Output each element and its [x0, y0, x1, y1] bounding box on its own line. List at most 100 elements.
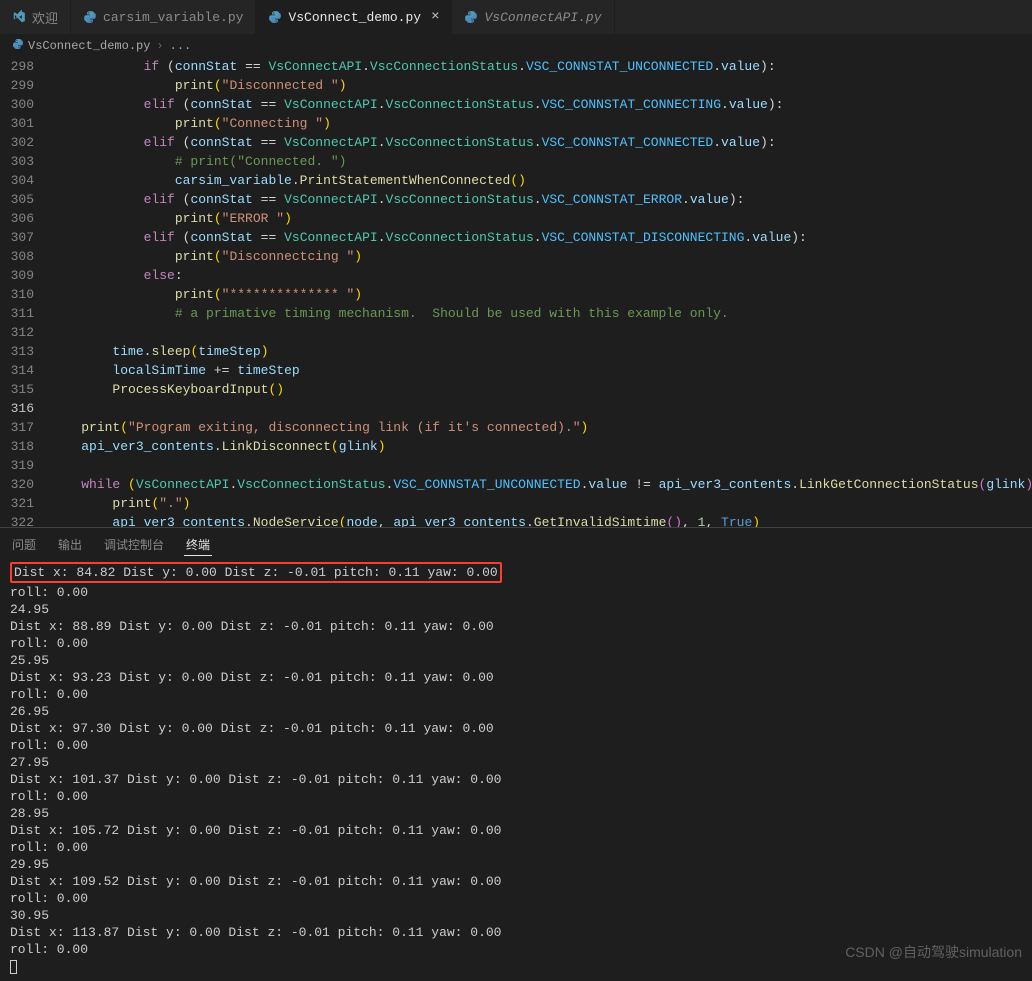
- terminal-line: roll: 0.00: [10, 788, 1022, 805]
- line-number: 315: [0, 380, 34, 399]
- line-number: 312: [0, 323, 34, 342]
- terminal-line: roll: 0.00: [10, 839, 1022, 856]
- code-line[interactable]: print("."): [50, 494, 1032, 513]
- line-number: 316: [0, 399, 34, 418]
- tab-label: carsim_variable.py: [103, 10, 243, 25]
- editor-tab-0[interactable]: 欢迎: [0, 0, 71, 34]
- editor-tab-1[interactable]: carsim_variable.py: [71, 0, 256, 34]
- line-number: 322: [0, 513, 34, 527]
- terminal-line: roll: 0.00: [10, 941, 1022, 958]
- line-number: 310: [0, 285, 34, 304]
- close-icon[interactable]: ×: [431, 9, 439, 25]
- line-number: 302: [0, 133, 34, 152]
- breadcrumb-file-label: VsConnect_demo.py: [28, 39, 150, 53]
- terminal-line: 28.95: [10, 805, 1022, 822]
- line-number: 303: [0, 152, 34, 171]
- code-line[interactable]: print("Connecting "): [50, 114, 1032, 133]
- terminal-line: 27.95: [10, 754, 1022, 771]
- code-line[interactable]: api_ver3_contents.LinkDisconnect(glink): [50, 437, 1032, 456]
- terminal-highlight: Dist x: 84.82 Dist y: 0.00 Dist z: -0.01…: [10, 562, 502, 583]
- editor-tab-bar: 欢迎carsim_variable.pyVsConnect_demo.py×Vs…: [0, 0, 1032, 35]
- code-line[interactable]: while (VsConnectAPI.VscConnectionStatus.…: [50, 475, 1032, 494]
- panel-tab-2[interactable]: 调试控制台: [102, 534, 166, 556]
- line-number: 308: [0, 247, 34, 266]
- terminal-line: 29.95: [10, 856, 1022, 873]
- bottom-panel: 问题输出调试控制台终端 Dist x: 84.82 Dist y: 0.00 D…: [0, 527, 1032, 968]
- code-editor[interactable]: 2982993003013023033043053063073083093103…: [0, 57, 1032, 527]
- line-number: 314: [0, 361, 34, 380]
- panel-tab-3[interactable]: 终端: [184, 534, 212, 556]
- terminal-line: 25.95: [10, 652, 1022, 669]
- editor-tab-3[interactable]: VsConnectAPI.py: [452, 0, 614, 34]
- line-number: 298: [0, 57, 34, 76]
- line-number: 307: [0, 228, 34, 247]
- code-line[interactable]: if (connStat == VsConnectAPI.VscConnecti…: [50, 57, 1032, 76]
- code-line[interactable]: print("ERROR "): [50, 209, 1032, 228]
- code-line[interactable]: # print("Connected. "): [50, 152, 1032, 171]
- code-line[interactable]: elif (connStat == VsConnectAPI.VscConnec…: [50, 190, 1032, 209]
- line-number: 319: [0, 456, 34, 475]
- code-line[interactable]: api_ver3_contents.NodeService(node, api_…: [50, 513, 1032, 527]
- line-number: 304: [0, 171, 34, 190]
- line-number: 313: [0, 342, 34, 361]
- terminal-line: roll: 0.00: [10, 686, 1022, 703]
- line-number: 318: [0, 437, 34, 456]
- panel-tab-bar: 问题输出调试控制台终端: [0, 528, 1032, 556]
- breadcrumb-separator-icon: ›: [156, 39, 163, 53]
- code-line[interactable]: ProcessKeyboardInput(): [50, 380, 1032, 399]
- terminal-line: Dist x: 109.52 Dist y: 0.00 Dist z: -0.0…: [10, 873, 1022, 890]
- breadcrumb[interactable]: VsConnect_demo.py › ...: [0, 35, 1032, 57]
- code-area[interactable]: if (connStat == VsConnectAPI.VscConnecti…: [50, 57, 1032, 527]
- line-number: 321: [0, 494, 34, 513]
- terminal-line: roll: 0.00: [10, 635, 1022, 652]
- terminal-line: 24.95: [10, 601, 1022, 618]
- terminal-line: 30.95: [10, 907, 1022, 924]
- terminal-line: Dist x: 97.30 Dist y: 0.00 Dist z: -0.01…: [10, 720, 1022, 737]
- terminal-line: Dist x: 88.89 Dist y: 0.00 Dist z: -0.01…: [10, 618, 1022, 635]
- code-line[interactable]: print("Disconnected "): [50, 76, 1032, 95]
- code-line[interactable]: [50, 399, 1032, 418]
- code-line[interactable]: [50, 323, 1032, 342]
- terminal-cursor: [10, 960, 17, 974]
- code-line[interactable]: print("************** "): [50, 285, 1032, 304]
- tab-label: VsConnectAPI.py: [484, 10, 601, 25]
- line-number: 317: [0, 418, 34, 437]
- code-line[interactable]: elif (connStat == VsConnectAPI.VscConnec…: [50, 95, 1032, 114]
- tab-label: 欢迎: [32, 8, 58, 27]
- tab-label: VsConnect_demo.py: [288, 10, 421, 25]
- line-number-gutter: 2982993003013023033043053063073083093103…: [0, 57, 50, 527]
- breadcrumb-file[interactable]: VsConnect_demo.py: [12, 38, 150, 54]
- line-number: 305: [0, 190, 34, 209]
- python-icon: [83, 10, 97, 24]
- code-line[interactable]: elif (connStat == VsConnectAPI.VscConnec…: [50, 133, 1032, 152]
- code-line[interactable]: print("Disconnectcing "): [50, 247, 1032, 266]
- editor-tab-2[interactable]: VsConnect_demo.py ×: [256, 0, 452, 34]
- terminal-line: Dist x: 93.23 Dist y: 0.00 Dist z: -0.01…: [10, 669, 1022, 686]
- terminal-line: Dist x: 101.37 Dist y: 0.00 Dist z: -0.0…: [10, 771, 1022, 788]
- terminal-line: Dist x: 113.87 Dist y: 0.00 Dist z: -0.0…: [10, 924, 1022, 941]
- terminal-line: roll: 0.00: [10, 737, 1022, 754]
- code-line[interactable]: # a primative timing mechanism. Should b…: [50, 304, 1032, 323]
- python-icon: [12, 38, 24, 54]
- code-line[interactable]: elif (connStat == VsConnectAPI.VscConnec…: [50, 228, 1032, 247]
- code-line[interactable]: carsim_variable.PrintStatementWhenConnec…: [50, 171, 1032, 190]
- terminal-line: roll: 0.00: [10, 584, 1022, 601]
- code-line[interactable]: time.sleep(timeStep): [50, 342, 1032, 361]
- line-number: 299: [0, 76, 34, 95]
- code-line[interactable]: [50, 456, 1032, 475]
- terminal-output[interactable]: Dist x: 84.82 Dist y: 0.00 Dist z: -0.01…: [0, 556, 1032, 981]
- line-number: 306: [0, 209, 34, 228]
- panel-tab-0[interactable]: 问题: [10, 534, 38, 556]
- code-line[interactable]: localSimTime += timeStep: [50, 361, 1032, 380]
- panel-tab-1[interactable]: 输出: [56, 534, 84, 556]
- line-number: 301: [0, 114, 34, 133]
- line-number: 309: [0, 266, 34, 285]
- python-icon: [268, 10, 282, 24]
- line-number: 320: [0, 475, 34, 494]
- code-line[interactable]: print("Program exiting, disconnecting li…: [50, 418, 1032, 437]
- line-number: 300: [0, 95, 34, 114]
- code-line[interactable]: else:: [50, 266, 1032, 285]
- breadcrumb-more[interactable]: ...: [170, 39, 192, 53]
- line-number: 311: [0, 304, 34, 323]
- vscode-icon: [12, 10, 26, 24]
